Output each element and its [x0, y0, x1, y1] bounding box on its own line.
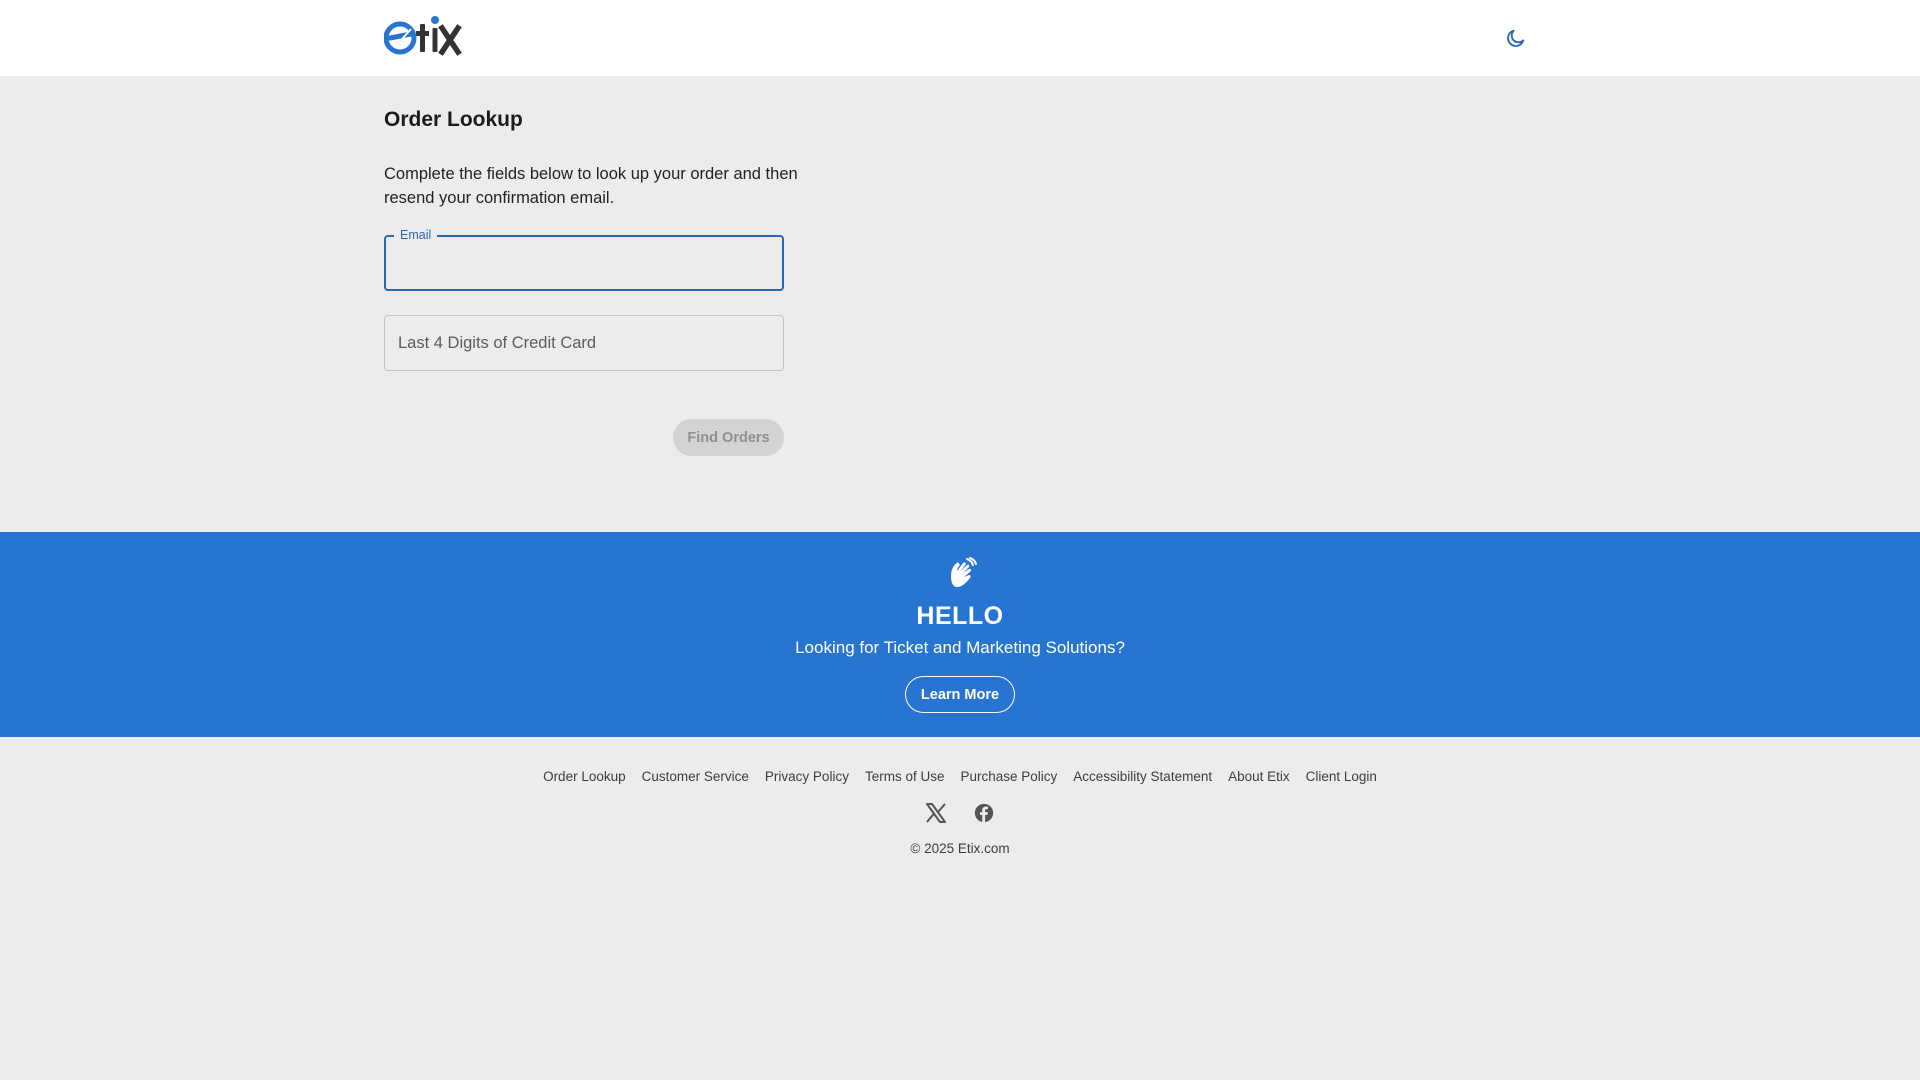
learn-more-button[interactable]: Learn More [905, 676, 1015, 713]
site-footer: Order Lookup Customer Service Privacy Po… [0, 737, 1920, 1080]
footer-link-customer-service[interactable]: Customer Service [642, 769, 749, 784]
email-label: Email [394, 227, 438, 243]
footer-link-privacy-policy[interactable]: Privacy Policy [765, 769, 849, 784]
social-links [0, 801, 1920, 825]
footer-link-order-lookup[interactable]: Order Lookup [543, 769, 626, 784]
banner-title: HELLO [916, 602, 1004, 630]
facebook-link[interactable] [972, 801, 996, 825]
x-link[interactable] [924, 801, 948, 825]
footer-link-accessibility-statement[interactable]: Accessibility Statement [1073, 769, 1212, 784]
order-lookup-section: Order Lookup Complete the fields below t… [0, 76, 1920, 532]
x-icon [926, 803, 946, 823]
page-title: Order Lookup [384, 108, 523, 131]
email-input[interactable] [386, 237, 782, 289]
theme-toggle-button[interactable] [1500, 24, 1532, 52]
card-digits-field [384, 315, 784, 371]
find-orders-button[interactable]: Find Orders [673, 419, 784, 456]
card-digits-input[interactable] [385, 316, 783, 370]
facebook-icon [974, 803, 994, 823]
site-header [0, 0, 1920, 76]
footer-links: Order Lookup Customer Service Privacy Po… [0, 769, 1920, 784]
copyright-text: © 2025 Etix.com [910, 841, 1010, 856]
banner-subtitle: Looking for Ticket and Marketing Solutio… [795, 638, 1125, 657]
intro-text: Complete the fields below to look up you… [384, 165, 798, 207]
etix-logo[interactable] [383, 14, 468, 56]
footer-link-about-etix[interactable]: About Etix [1228, 769, 1290, 784]
footer-link-purchase-policy[interactable]: Purchase Policy [960, 769, 1057, 784]
moon-icon [1507, 29, 1525, 47]
footer-link-terms-of-use[interactable]: Terms of Use [865, 769, 945, 784]
waving-hands-icon [951, 557, 977, 587]
email-field: Email [384, 227, 784, 291]
hello-banner: HELLO Looking for Ticket and Marketing S… [0, 532, 1920, 737]
etix-logo-icon [383, 16, 462, 56]
footer-link-client-login[interactable]: Client Login [1306, 769, 1377, 784]
